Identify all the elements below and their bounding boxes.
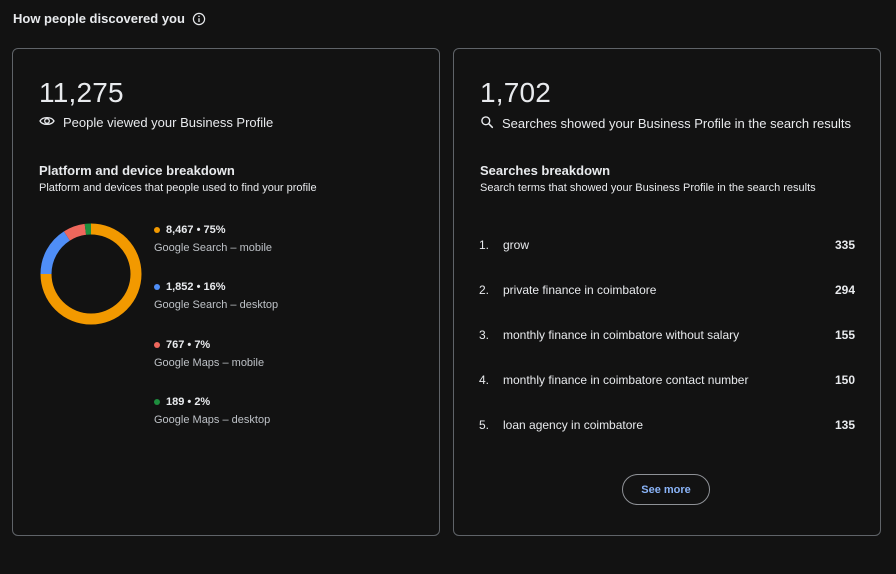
platform-donut-chart: [40, 223, 142, 325]
section-header: How people discovered you: [13, 11, 206, 26]
page: How people discovered you 11,275 People …: [0, 0, 896, 574]
searches-total-label: Searches showed your Business Profile in…: [502, 116, 852, 131]
legend-value-row: 1,852 • 16%: [154, 281, 278, 293]
search-term-row: 1. grow 335: [479, 235, 855, 255]
search-term-count: 155: [834, 328, 855, 342]
search-term-rank: 2.: [479, 283, 490, 297]
search-term-text: private finance in coimbatore: [503, 283, 657, 297]
search-term-row: 4. monthly finance in coimbatore contact …: [479, 370, 855, 390]
search-term-rank: 4.: [479, 373, 490, 387]
searches-total: 1,702: [480, 77, 552, 108]
legend-color-dot: [154, 227, 160, 233]
search-term-text: loan agency in coimbatore: [503, 418, 644, 432]
info-circle-icon[interactable]: [192, 12, 206, 26]
legend-label: Google Maps – mobile: [154, 357, 265, 369]
searches-breakdown-description: Search terms that showed your Business P…: [480, 182, 816, 194]
legend-item: 8,467 • 75% Google Search – mobile: [154, 224, 272, 254]
legend-item: 767 • 7% Google Maps – mobile: [154, 339, 264, 369]
legend-color-dot: [154, 342, 160, 348]
search-term-count: 335: [834, 238, 855, 252]
searches-card: 1,702 Searches showed your Business Prof…: [453, 48, 881, 536]
eye-icon: [39, 115, 55, 130]
search-term-row: 3. monthly finance in coimbatore without …: [479, 325, 855, 345]
legend-value: 8,467 • 75%: [166, 224, 226, 236]
legend-color-dot: [154, 284, 160, 290]
views-subline: People viewed your Business Profile: [39, 115, 273, 130]
search-term-rank: 1.: [479, 238, 490, 252]
legend-value: 189 • 2%: [166, 396, 211, 408]
search-term-row: 2. private finance in coimbatore 294: [479, 280, 855, 300]
profile-views-card: 11,275 People viewed your Business Profi…: [12, 48, 440, 536]
legend-value-row: 8,467 • 75%: [154, 224, 272, 236]
search-term-count: 150: [834, 373, 855, 387]
legend-item: 1,852 • 16% Google Search – desktop: [154, 281, 278, 311]
search-term-text: grow: [503, 238, 530, 252]
views-total: 11,275: [39, 77, 124, 108]
see-more-button[interactable]: See more: [622, 474, 710, 505]
search-term-text: monthly finance in coimbatore contact nu…: [503, 373, 749, 387]
views-total-label: People viewed your Business Profile: [63, 115, 274, 130]
legend-value: 767 • 7%: [166, 339, 211, 351]
legend-value-row: 767 • 7%: [154, 339, 264, 351]
legend-item: 189 • 2% Google Maps – desktop: [154, 396, 270, 426]
search-term-row: 5. loan agency in coimbatore 135: [479, 415, 855, 435]
legend-label: Google Search – mobile: [154, 242, 273, 254]
donut-segment: [63, 223, 87, 241]
search-term-count: 294: [834, 283, 855, 297]
legend-label: Google Maps – desktop: [154, 414, 271, 426]
search-term-rank: 3.: [479, 328, 490, 342]
searches-breakdown-title: Searches breakdown: [480, 163, 611, 178]
legend-color-dot: [154, 399, 160, 405]
breakdown-description: Platform and devices that people used to…: [39, 182, 317, 194]
searches-subline: Searches showed your Business Profile in…: [480, 115, 851, 132]
donut-segment: [40, 231, 71, 275]
legend-value: 1,852 • 16%: [166, 281, 226, 293]
search-term-rank: 5.: [479, 418, 490, 432]
search-term-text: monthly finance in coimbatore without sa…: [503, 328, 740, 342]
legend-label: Google Search – desktop: [154, 299, 279, 311]
legend-value-row: 189 • 2%: [154, 396, 270, 408]
search-term-count: 135: [834, 418, 855, 432]
breakdown-title: Platform and device breakdown: [39, 163, 235, 178]
section-title: How people discovered you: [13, 11, 185, 26]
search-icon: [480, 115, 494, 132]
